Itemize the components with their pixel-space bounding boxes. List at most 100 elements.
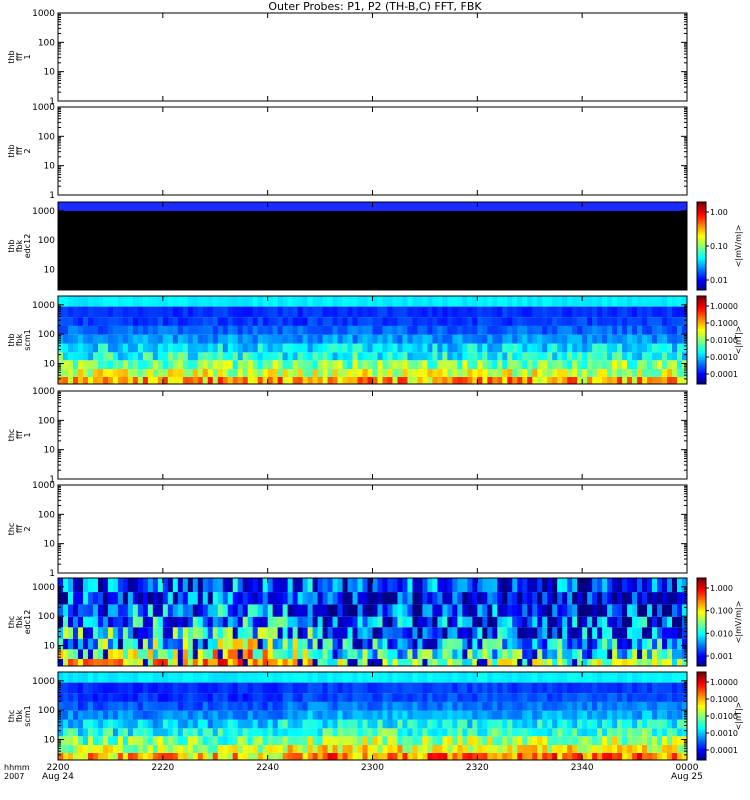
- spectrogram-cell: [457, 296, 463, 307]
- spectrogram-cell: [582, 325, 588, 335]
- spectrogram-cell: [247, 317, 254, 326]
- spectrogram-cell: [167, 710, 174, 720]
- spectrogram-cell: [217, 638, 224, 650]
- spectrogram-cell: [162, 325, 169, 335]
- spectrogram-cell: [562, 719, 568, 729]
- spectrogram-cell: [77, 369, 84, 377]
- spectrogram-cell: [227, 325, 234, 335]
- spectrogram-cell: [152, 604, 159, 617]
- spectrogram-cell: [327, 627, 333, 639]
- spectrogram-cell: [137, 701, 144, 711]
- spectrogram-cell: [437, 649, 443, 659]
- y-tick-label: 100: [38, 236, 55, 246]
- spectrogram-cell: [307, 343, 313, 353]
- spectrogram-cell: [587, 592, 593, 605]
- spectrogram-cell: [562, 745, 568, 753]
- spectrogram-cell: [92, 672, 99, 683]
- spectrogram-cell: [547, 736, 553, 746]
- spectrogram-cell: [422, 638, 428, 650]
- spectrogram-cell: [522, 658, 528, 666]
- spectrogram-cell: [502, 325, 508, 335]
- spectrogram-cell: [627, 672, 633, 683]
- spectrogram-cell: [562, 736, 568, 746]
- spectrogram-cell: [642, 376, 648, 384]
- spectrogram-cell: [347, 672, 353, 683]
- spectrogram-cell: [262, 306, 269, 318]
- spectrogram-cell: [137, 682, 144, 694]
- spectrogram-cell: [102, 752, 109, 760]
- spectrogram-cell: [497, 710, 503, 720]
- spectrogram-cell: [387, 604, 393, 617]
- spectrogram-cell: [247, 710, 254, 720]
- spectrogram-cell: [627, 693, 633, 702]
- spectrogram-cell: [597, 578, 603, 593]
- spectrogram-cell: [207, 376, 214, 384]
- spectrogram-cell: [327, 376, 333, 384]
- spectrogram-cell: [397, 296, 403, 307]
- spectrogram-cell: [522, 360, 528, 370]
- spectrogram-cell: [337, 682, 343, 694]
- spectrogram-cell: [167, 334, 174, 344]
- spectrogram-cell: [342, 376, 348, 384]
- spectrogram-cell: [557, 627, 563, 639]
- spectrogram-cell: [522, 649, 528, 659]
- spectrogram-cell: [397, 343, 403, 353]
- spectrogram-cell: [72, 672, 79, 683]
- spectrogram-cell: [317, 752, 323, 760]
- spectrogram-cell: [517, 360, 523, 370]
- spectrogram-cell: [532, 306, 538, 318]
- spectrogram-cell: [632, 325, 638, 335]
- spectrogram-cell: [87, 334, 94, 344]
- spectrogram-cell: [237, 682, 244, 694]
- spectrogram-cell: [637, 745, 643, 753]
- spectrogram-cell: [257, 658, 264, 666]
- x-tick-label: 2320: [466, 763, 489, 773]
- spectrogram-cell: [452, 649, 458, 659]
- spectrogram-cell: [612, 701, 618, 711]
- spectrogram-cell: [97, 728, 104, 737]
- spectrogram-cell: [82, 592, 89, 605]
- spectrogram-cell: [277, 627, 284, 639]
- spectrogram-cell: [187, 745, 194, 753]
- spectrogram-cell: [517, 672, 523, 683]
- spectrogram-cell: [147, 672, 154, 683]
- spectrogram-cell: [137, 616, 144, 628]
- spectrogram-cell: [92, 616, 99, 628]
- spectrogram-cell: [352, 701, 358, 711]
- spectrogram-cell: [567, 719, 573, 729]
- spectrogram-cell: [397, 745, 403, 753]
- spectrogram-cell: [167, 352, 174, 361]
- spectrogram-cell: [272, 728, 279, 737]
- spectrogram-cell: [372, 658, 378, 666]
- spectrogram-cell: [287, 578, 294, 593]
- spectrogram-cell: [352, 616, 358, 628]
- spectrogram-cell: [617, 306, 623, 318]
- spectrogram-cell: [302, 719, 308, 729]
- spectrogram-cell: [167, 745, 174, 753]
- spectrogram-cell: [427, 728, 433, 737]
- spectrogram-cell: [397, 752, 403, 760]
- spectrogram-cell: [137, 710, 144, 720]
- spectrogram-cell: [372, 638, 378, 650]
- spectrogram-cell: [127, 693, 134, 702]
- spectrogram-cell: [512, 360, 518, 370]
- spectrogram-cell: [442, 736, 448, 746]
- spectrogram-cell: [377, 638, 383, 650]
- spectrogram-cell: [447, 343, 453, 353]
- spectrogram-cell: [132, 578, 139, 593]
- spectrogram-cell: [612, 728, 618, 737]
- spectrogram-cell: [527, 638, 533, 650]
- spectrogram-cell: [442, 719, 448, 729]
- spectrogram-cell: [192, 745, 199, 753]
- spectrogram-cell: [372, 343, 378, 353]
- spectrogram-cell: [222, 306, 229, 318]
- spectrogram-cell: [502, 352, 508, 361]
- spectrogram-cell: [507, 638, 513, 650]
- spectrogram-cell: [652, 578, 658, 593]
- spectrogram-cell: [622, 343, 628, 353]
- spectrogram-cell: [382, 719, 388, 729]
- spectrogram-cell: [112, 317, 119, 326]
- spectrogram-cell: [567, 649, 573, 659]
- spectrogram-cell: [82, 360, 89, 370]
- spectrogram-cell: [567, 334, 573, 344]
